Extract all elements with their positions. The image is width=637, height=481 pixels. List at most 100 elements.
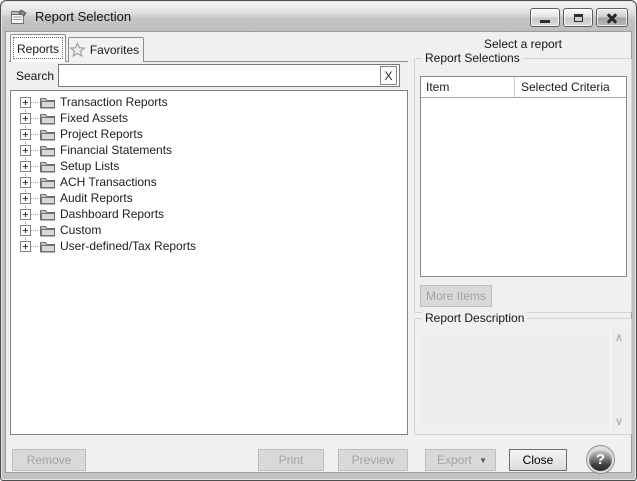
- tree-item-ach-transactions[interactable]: ACH Transactions: [11, 174, 407, 190]
- tree-item-label: ACH Transactions: [60, 175, 157, 189]
- folder-icon: [39, 208, 56, 221]
- close-label: Close: [523, 453, 554, 467]
- folder-icon: [39, 112, 56, 125]
- help-icon: ?: [596, 451, 605, 468]
- folder-icon: [39, 96, 56, 109]
- window-controls: [530, 8, 628, 27]
- clear-search-icon: X: [384, 69, 392, 83]
- help-button[interactable]: ?: [587, 446, 614, 473]
- search-label: Search: [16, 69, 54, 83]
- expand-plus-icon[interactable]: [20, 113, 31, 124]
- expand-plus-icon[interactable]: [20, 225, 31, 236]
- minimize-icon: [540, 20, 550, 23]
- tree-item-label: Project Reports: [60, 127, 143, 141]
- close-button[interactable]: [596, 8, 628, 27]
- tree-stub: [31, 102, 38, 103]
- preview-label: Preview: [352, 453, 395, 467]
- tab-favorites[interactable]: Favorites: [68, 37, 144, 62]
- export-button[interactable]: Export ▼: [425, 449, 496, 471]
- clear-search-button[interactable]: X: [380, 66, 397, 85]
- close-icon: [606, 12, 618, 24]
- folder-icon: [39, 144, 56, 157]
- folder-icon: [39, 160, 56, 173]
- tree-item-custom[interactable]: Custom: [11, 222, 407, 238]
- expand-plus-icon[interactable]: [20, 241, 31, 252]
- export-dropdown-arrow-icon[interactable]: ▼: [479, 457, 487, 465]
- maximize-button[interactable]: [563, 8, 593, 27]
- folder-icon: [39, 192, 56, 205]
- search-field: X: [58, 64, 400, 87]
- report-selections-table: Item Selected Criteria: [420, 76, 627, 277]
- tree-item-fixed-assets[interactable]: Fixed Assets: [11, 110, 407, 126]
- tree-item-setup-lists[interactable]: Setup Lists: [11, 158, 407, 174]
- tree-stub: [31, 150, 38, 151]
- report-selections-label: Report Selections: [422, 51, 523, 65]
- select-a-report-heading: Select a report: [414, 37, 632, 51]
- folder-icon: [39, 224, 56, 237]
- report-document-icon: [10, 9, 28, 25]
- expand-plus-icon[interactable]: [20, 129, 31, 140]
- report-description-group: Report Description ∧ ∨: [414, 318, 632, 435]
- tree-stub: [31, 198, 38, 199]
- minimize-button[interactable]: [530, 8, 560, 27]
- report-description-area: ∧ ∨: [419, 330, 627, 430]
- scroll-down-icon[interactable]: ∨: [615, 417, 623, 427]
- tree-item-dashboard-reports[interactable]: Dashboard Reports: [11, 206, 407, 222]
- column-header-selected-criteria[interactable]: Selected Criteria: [515, 77, 626, 97]
- window-title: Report Selection: [35, 9, 131, 24]
- tree-item-label: Transaction Reports: [60, 95, 168, 109]
- preview-button[interactable]: Preview: [338, 449, 408, 471]
- tree-rows: Transaction Reports Fixed Assets Project…: [11, 94, 407, 254]
- folder-icon: [39, 176, 56, 189]
- more-items-button[interactable]: More Items: [420, 285, 492, 307]
- report-tree: Transaction Reports Fixed Assets Project…: [10, 90, 408, 435]
- folder-icon: [39, 128, 56, 141]
- expand-plus-icon[interactable]: [20, 177, 31, 188]
- scroll-up-icon[interactable]: ∧: [615, 333, 623, 343]
- remove-button[interactable]: Remove: [12, 449, 86, 471]
- expand-plus-icon[interactable]: [20, 209, 31, 220]
- report-selection-window: Report Selection Reports Favorite: [0, 0, 637, 481]
- remove-label: Remove: [27, 453, 72, 467]
- expand-plus-icon[interactable]: [20, 193, 31, 204]
- table-header: Item Selected Criteria: [421, 77, 626, 98]
- tree-stub: [31, 166, 38, 167]
- tree-item-transaction-reports[interactable]: Transaction Reports: [11, 94, 407, 110]
- tree-item-user-defined-tax-reports[interactable]: User-defined/Tax Reports: [11, 238, 407, 254]
- tree-stub: [31, 118, 38, 119]
- tree-item-label: Custom: [60, 223, 101, 237]
- report-selections-group: Report Selections Item Selected Criteria…: [414, 58, 632, 313]
- tab-reports[interactable]: Reports: [10, 34, 66, 62]
- tree-item-label: Audit Reports: [60, 191, 133, 205]
- more-items-label: More Items: [426, 289, 486, 303]
- tree-item-audit-reports[interactable]: Audit Reports: [11, 190, 407, 206]
- report-description-label: Report Description: [422, 311, 527, 325]
- table-body-empty[interactable]: [421, 99, 626, 276]
- titlebar[interactable]: Report Selection: [2, 2, 635, 31]
- print-button[interactable]: Print: [258, 449, 324, 471]
- tree-stub: [31, 214, 38, 215]
- tree-stub: [31, 182, 38, 183]
- search-input[interactable]: [60, 66, 380, 85]
- tree-stub: [31, 134, 38, 135]
- tree-stub: [31, 230, 38, 231]
- tab-reports-label: Reports: [17, 42, 59, 56]
- tree-item-label: Financial Statements: [60, 143, 172, 157]
- tree-item-label: User-defined/Tax Reports: [60, 239, 196, 253]
- folder-icon: [39, 240, 56, 253]
- close-dialog-button[interactable]: Close: [509, 449, 567, 471]
- expand-plus-icon[interactable]: [20, 161, 31, 172]
- column-header-item[interactable]: Item: [421, 77, 515, 97]
- tree-item-label: Fixed Assets: [60, 111, 128, 125]
- tree-item-label: Setup Lists: [60, 159, 119, 173]
- maximize-icon: [574, 14, 583, 22]
- star-icon: [69, 42, 86, 58]
- tab-favorites-label: Favorites: [90, 43, 139, 57]
- tree-item-financial-statements[interactable]: Financial Statements: [11, 142, 407, 158]
- expand-plus-icon[interactable]: [20, 145, 31, 156]
- tree-item-project-reports[interactable]: Project Reports: [11, 126, 407, 142]
- expand-plus-icon[interactable]: [20, 97, 31, 108]
- description-scrollbar[interactable]: ∧ ∨: [610, 330, 627, 430]
- tree-item-label: Dashboard Reports: [60, 207, 164, 221]
- tree-stub: [31, 246, 38, 247]
